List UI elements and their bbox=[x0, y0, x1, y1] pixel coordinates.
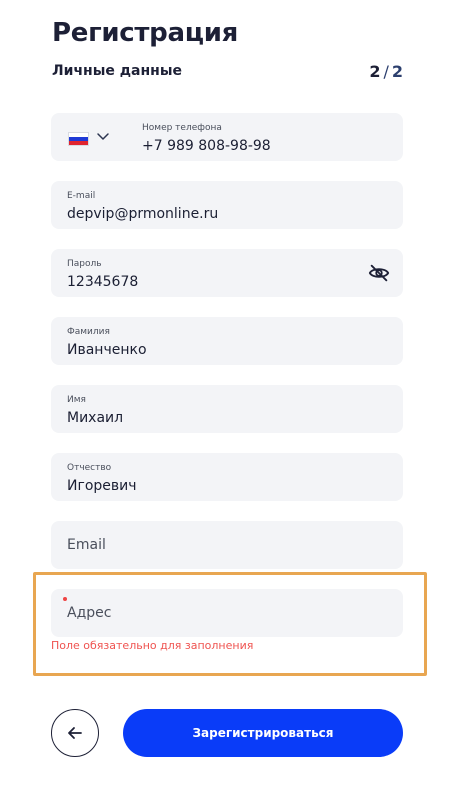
email-label: E-mail bbox=[67, 191, 96, 201]
register-button[interactable]: Зарегистрироваться bbox=[123, 709, 403, 757]
password-value[interactable]: 12345678 bbox=[67, 274, 138, 290]
patronymic-field[interactable]: Отчество Игоревич bbox=[51, 453, 403, 501]
first-name-label: Имя bbox=[67, 395, 86, 405]
email-value[interactable]: depvip@prmonline.ru bbox=[67, 206, 218, 222]
patronymic-label: Отчество bbox=[67, 463, 112, 473]
back-button[interactable] bbox=[51, 709, 99, 757]
address-field[interactable]: Адрес bbox=[51, 589, 403, 637]
eye-off-icon[interactable] bbox=[368, 262, 390, 284]
email-secondary-field[interactable]: Email bbox=[51, 521, 403, 569]
phone-value[interactable]: +7 989 808-98-98 bbox=[142, 138, 271, 154]
required-dot bbox=[63, 597, 67, 601]
step-indicator: 2/2 bbox=[369, 62, 403, 81]
phone-field[interactable]: Номер телефона +7 989 808-98-98 bbox=[51, 113, 403, 161]
chevron-down-icon[interactable] bbox=[96, 131, 110, 143]
email-field[interactable]: E-mail depvip@prmonline.ru bbox=[51, 181, 403, 229]
patronymic-value[interactable]: Игоревич bbox=[67, 478, 137, 494]
address-error-message: Поле обязательно для заполнения bbox=[51, 639, 254, 652]
password-label: Пароль bbox=[67, 259, 102, 269]
last-name-field[interactable]: Фамилия Иванченко bbox=[51, 317, 403, 365]
page-title: Регистрация bbox=[52, 18, 239, 48]
email-secondary-placeholder: Email bbox=[67, 537, 106, 553]
last-name-label: Фамилия bbox=[67, 327, 110, 337]
step-total: 2 bbox=[391, 62, 403, 81]
section-subtitle: Личные данные bbox=[52, 63, 183, 79]
first-name-field[interactable]: Имя Михаил bbox=[51, 385, 403, 433]
first-name-value[interactable]: Михаил bbox=[67, 410, 123, 426]
address-placeholder: Адрес bbox=[67, 605, 112, 621]
last-name-value[interactable]: Иванченко bbox=[67, 342, 147, 358]
arrow-left-icon bbox=[68, 727, 82, 739]
russia-flag-icon[interactable] bbox=[68, 132, 89, 146]
phone-label: Номер телефона bbox=[142, 123, 222, 133]
step-current: 2 bbox=[369, 62, 381, 81]
password-field[interactable]: Пароль 12345678 bbox=[51, 249, 403, 297]
step-separator: / bbox=[383, 62, 389, 81]
